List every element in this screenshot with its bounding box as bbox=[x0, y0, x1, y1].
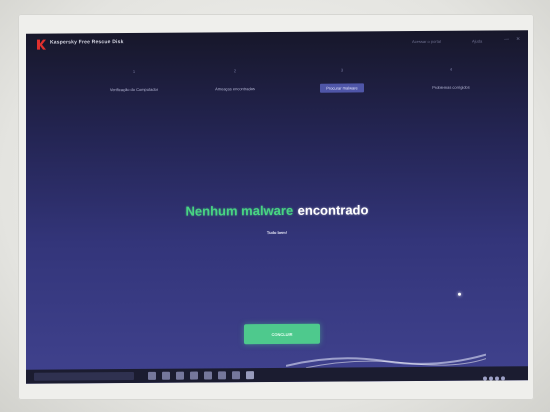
app-title: Kaspersky Free Rescue Disk bbox=[50, 39, 124, 46]
app-header: Kaspersky Free Rescue Disk Acessar o por… bbox=[26, 30, 528, 56]
step-3-number: 3 bbox=[340, 67, 344, 73]
folder-icon[interactable] bbox=[190, 371, 198, 380]
step-1-number: 1 bbox=[132, 68, 136, 75]
step-2-label: Ameaças encontradas bbox=[215, 86, 255, 92]
sparkle-decoration bbox=[458, 292, 461, 296]
result-prefix: Nenhum malware bbox=[185, 202, 294, 219]
taskbar-search[interactable] bbox=[34, 371, 134, 381]
progress-steps: 1 Verificação do Computador 2 Ameaças en… bbox=[26, 66, 528, 110]
tray-icon[interactable] bbox=[489, 376, 493, 381]
result-suffix: encontrado bbox=[297, 202, 369, 218]
close-button[interactable]: ✕ bbox=[516, 36, 520, 42]
step-2: 2 Ameaças encontradas bbox=[190, 68, 280, 92]
app-icon[interactable] bbox=[232, 371, 240, 380]
laptop-screen: Kaspersky Free Rescue Disk Acessar o por… bbox=[26, 30, 528, 384]
step-2-number: 2 bbox=[233, 68, 237, 74]
edge-icon[interactable] bbox=[176, 371, 184, 380]
minimize-button[interactable]: — bbox=[504, 36, 509, 42]
help-link[interactable]: Ajuda bbox=[472, 39, 482, 44]
store-icon[interactable] bbox=[204, 371, 212, 380]
step-4: 4 Problemas corrigidos bbox=[406, 66, 496, 90]
step-4-label: Problemas corrigidos bbox=[432, 84, 470, 90]
start-icon[interactable] bbox=[148, 371, 156, 380]
tray-icon[interactable] bbox=[495, 376, 499, 381]
system-tray[interactable] bbox=[482, 369, 522, 381]
step-4-number: 4 bbox=[449, 66, 453, 72]
portal-link[interactable]: Acessar o portal bbox=[412, 39, 441, 44]
step-3-active: 3 Procurar malware bbox=[297, 67, 387, 95]
mail-icon[interactable] bbox=[218, 371, 226, 380]
result-headline: Nenhum malware encontrado bbox=[26, 200, 528, 222]
kaspersky-logo-icon bbox=[37, 39, 46, 50]
tray-icon[interactable] bbox=[501, 376, 505, 381]
step-1: 1 Verificação do Computador bbox=[89, 69, 179, 93]
tray-icon[interactable] bbox=[483, 376, 487, 381]
step-3-label: Procurar malware bbox=[320, 83, 364, 93]
kaspersky-taskbar-icon[interactable] bbox=[246, 371, 254, 380]
result-subtext: Tudo bem! bbox=[266, 229, 288, 236]
taskview-icon[interactable] bbox=[162, 371, 170, 380]
step-1-label: Verificação do Computador bbox=[109, 86, 159, 93]
done-button[interactable]: CONCLUIR bbox=[244, 323, 320, 345]
